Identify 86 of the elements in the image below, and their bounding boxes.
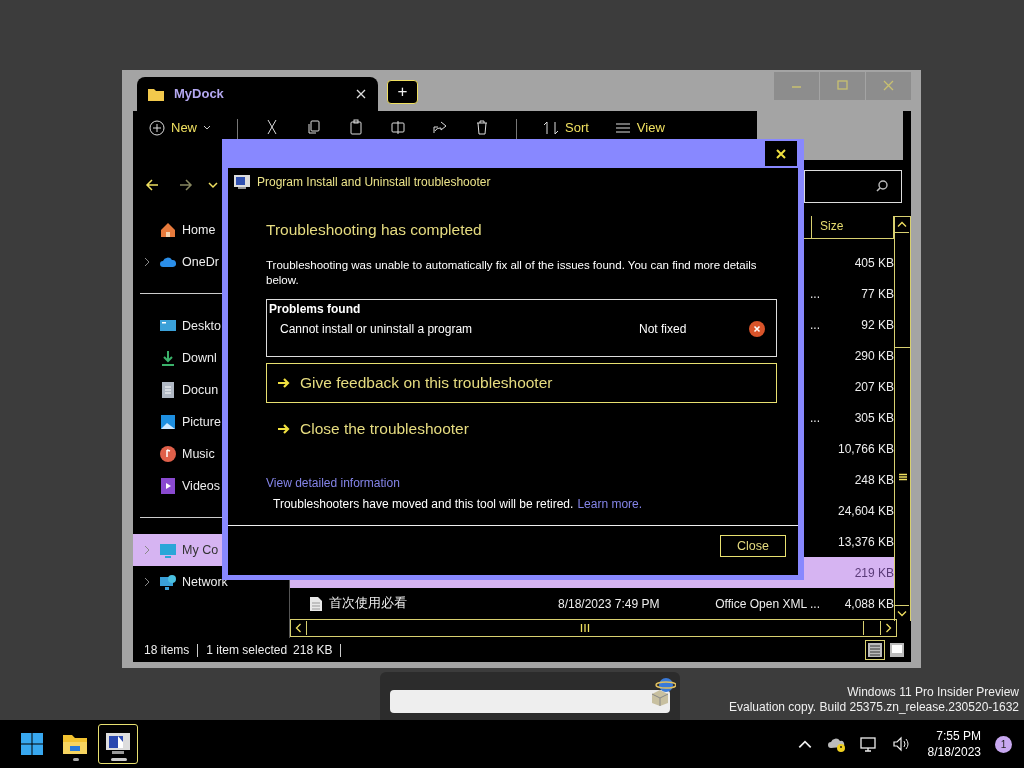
- back-arrow-icon[interactable]: [144, 177, 160, 193]
- search-icon: [875, 179, 889, 193]
- file-date: 8/18/2023 7:49 PM: [558, 596, 660, 611]
- selection-info: 1 item selected: [206, 643, 288, 657]
- grip-icon[interactable]: [580, 624, 590, 632]
- house-icon: [159, 221, 177, 239]
- file-name: 首次使用必看: [329, 595, 407, 612]
- trash-icon[interactable]: [474, 118, 490, 135]
- caret-icon: [203, 124, 211, 131]
- expand-chevron-icon[interactable]: [144, 577, 150, 587]
- clock[interactable]: 7:55 PM 8/18/2023: [927, 728, 981, 760]
- sidebar-item[interactable]: Network: [133, 566, 289, 598]
- column-header[interactable]: Size: [811, 216, 894, 238]
- file-size: 4,088 KB: [844, 596, 894, 611]
- speaker-icon[interactable]: [891, 736, 910, 752]
- new-button[interactable]: New: [149, 118, 211, 137]
- taskbar-app-button[interactable]: [98, 724, 138, 764]
- file-size: 77 KB: [861, 286, 894, 301]
- horizontal-scrollbar[interactable]: [290, 619, 897, 637]
- plus-icon: [149, 119, 165, 136]
- learn-more-link[interactable]: Learn more.: [577, 497, 643, 511]
- retirement-notice: Troubleshooters have moved and this tool will be retired.: [273, 497, 574, 511]
- monitor-icon[interactable]: [859, 736, 878, 752]
- action-link[interactable]: Give feedback on this troubleshooter: [266, 363, 777, 403]
- picture-icon: [159, 413, 177, 431]
- file-type: ...: [810, 410, 820, 425]
- close-button[interactable]: [765, 141, 797, 166]
- notification-badge[interactable]: 1: [995, 735, 1012, 753]
- close-icon: [776, 148, 786, 159]
- expand-chevron-icon[interactable]: [144, 257, 150, 267]
- folder-tab[interactable]: MyDock: [137, 76, 378, 111]
- music-note-icon: [159, 445, 177, 463]
- rename-icon[interactable]: [390, 118, 406, 135]
- sidebar-item[interactable]: My Co: [133, 534, 222, 566]
- dialog-heading: Troubleshooting has completed: [266, 221, 482, 239]
- download-icon: [159, 349, 177, 367]
- preview-icon: [889, 642, 905, 658]
- folder-icon: [62, 733, 88, 755]
- windows-icon: [20, 732, 44, 756]
- file-type: ...: [810, 286, 820, 301]
- copy-icon[interactable]: [306, 118, 322, 135]
- file-size: 10,766 KB: [837, 441, 894, 456]
- grip-icon[interactable]: [898, 472, 907, 481]
- tiles-view-button[interactable]: [887, 640, 907, 660]
- video-icon: [159, 477, 177, 495]
- file-row[interactable]: 首次使用必看 8/18/2023 7:49 PM Office Open XML ... 4,088 KB: [290, 588, 894, 619]
- close-button[interactable]: Close: [720, 535, 786, 557]
- file-size: 92 KB: [861, 317, 894, 332]
- edition-notice: Windows 11 Pro Insider Preview: [847, 685, 1019, 700]
- problem-status: Not fixed: [639, 322, 688, 336]
- file-type: ...: [810, 317, 820, 332]
- new-tab-button[interactable]: +: [387, 79, 418, 104]
- monitor-icon: [159, 541, 177, 559]
- clipboard-icon[interactable]: [348, 118, 364, 135]
- item-count: 18 items: [144, 643, 190, 657]
- cloud-warning-icon[interactable]: [827, 736, 846, 752]
- computer-icon: [105, 732, 131, 756]
- list-icon: [867, 642, 883, 658]
- close-icon[interactable]: [356, 88, 366, 99]
- selection-size: 218 KB: [293, 643, 333, 657]
- document-icon: [309, 595, 323, 612]
- network-icon: [159, 573, 177, 591]
- forward-arrow-icon[interactable]: [178, 177, 194, 193]
- panel-title: Problems found: [269, 302, 362, 316]
- vertical-scrollbar[interactable]: [894, 216, 911, 621]
- view-button[interactable]: View: [614, 118, 665, 137]
- sort-button[interactable]: Sort: [543, 118, 589, 137]
- caret-icon[interactable]: [208, 181, 218, 189]
- details-view-button[interactable]: [865, 640, 885, 660]
- computer-icon: [234, 175, 250, 189]
- problem-name: Cannot install or uninstall a program: [280, 322, 474, 336]
- dialog-message: Troubleshooting was unable to automatically fix all of the issues found. You can find more details below.: [266, 258, 758, 288]
- edition-notice: Evaluation copy. Build 25375.zn_release.230520-1632: [729, 700, 1019, 715]
- details-link[interactable]: View detailed information: [266, 476, 400, 490]
- file-size: 219 KB: [854, 565, 894, 580]
- file-size: 290 KB: [854, 348, 894, 363]
- file-type: Office Open XML ...: [715, 596, 820, 611]
- input-field[interactable]: [390, 690, 670, 713]
- file-size: 305 KB: [854, 410, 894, 425]
- tab-title: MyDock: [174, 86, 225, 102]
- dialog-title: Program Install and Uninstall troubleshooter: [257, 175, 491, 189]
- arrow-icon: [277, 423, 291, 435]
- search-field[interactable]: [804, 169, 902, 203]
- sort-icon: [543, 119, 559, 136]
- arrow-icon: [277, 377, 291, 389]
- document-icon: [159, 381, 177, 399]
